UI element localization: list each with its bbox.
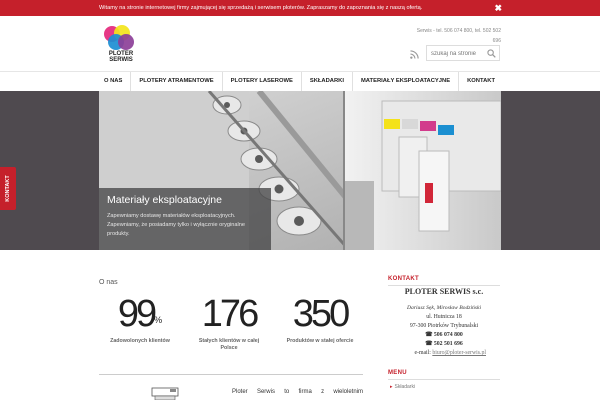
section-title: O nas: [99, 279, 118, 286]
site-logo[interactable]: PLOTER SERWIS: [104, 25, 138, 65]
header-contact: Serwis - tel. 506 074 800, tel. 502 502 …: [416, 28, 501, 44]
nav-item-kontakt[interactable]: KONTAKT: [459, 72, 503, 91]
company-name: PLOTER SERWIS s.c.: [404, 287, 484, 296]
menu-item-label: Składarki: [394, 384, 416, 390]
stat-value: 99: [117, 293, 157, 335]
divider: [388, 379, 500, 380]
sidebar-menu-heading: MENU: [388, 370, 407, 376]
stat-value: 350: [292, 293, 350, 335]
stat-products: 350 Produktów w stałej ofercie: [281, 293, 359, 345]
email-label: e-mail:: [414, 350, 431, 356]
about-text: Ploter Serwis to firma z wieloletnim: [232, 389, 363, 395]
sidebar-menu-item-skladarki[interactable]: ▸ Składarki: [390, 384, 415, 390]
hero-title: Materiały eksploatacyjne: [107, 194, 222, 206]
nav-item-skladarki[interactable]: SKŁADARKI: [302, 72, 353, 91]
contact-city: 97-300 Piotrków Trybunalski: [409, 323, 479, 329]
contact-box: PLOTER SERWIS s.c. Dariusz Sęk, Mirosław…: [388, 286, 500, 358]
chevron-right-icon: ▸: [390, 384, 393, 390]
stat-satisfied: 99% Zadowolonych klientów: [101, 293, 179, 345]
page: Witamy na stronie internetowej firmy zaj…: [0, 0, 600, 400]
nav-item-plotery-atramentowe[interactable]: PLOTERY ATRAMENTOWE: [131, 72, 223, 91]
contact-phone-2[interactable]: ☎ 502 501 696: [388, 340, 500, 349]
contact-people: Dariusz Sęk, Mirosław Bodziński: [406, 305, 482, 311]
divider: [99, 374, 363, 375]
sidebar-contact-heading: KONTAKT: [388, 276, 419, 282]
email-link[interactable]: biuro@ploter-serwis.pl: [432, 350, 486, 356]
stat-suffix: %: [154, 315, 163, 325]
stat-label: Stałych klientów w całej Polsce: [198, 338, 260, 351]
notice-text: Witamy na stronie internetowej firmy zaj…: [99, 5, 423, 11]
hero-text: Zapewniamy dostawę materiałów eksploatac…: [107, 213, 245, 237]
notice-bar: Witamy na stronie internetowej firmy zaj…: [0, 0, 600, 16]
contact-email-row: e-mail: biuro@ploter-serwis.pl: [388, 349, 500, 358]
kontakt-side-tab[interactable]: KONTAKT: [0, 167, 16, 210]
hero-slider[interactable]: [0, 91, 600, 250]
search-input[interactable]: [431, 48, 485, 59]
hero-caption: Materiały eksploatacyjne Zapewniamy dost…: [99, 188, 271, 250]
stat-value: 176: [201, 293, 259, 335]
contact-phone-1[interactable]: ☎ 506 074 800: [388, 331, 500, 340]
stat-label: Produktów w stałej ofercie: [286, 338, 354, 344]
nav-item-plotery-laserowe[interactable]: PLOTERY LASEROWE: [223, 72, 302, 91]
side-tab-label: KONTAKT: [5, 175, 11, 202]
nav-item-materialy[interactable]: MATERIAŁY EKSPLOATACYJNE: [353, 72, 460, 91]
close-icon[interactable]: ✖: [494, 0, 502, 16]
printer-thumbnail: [151, 387, 179, 400]
contact-street: ul. Hutnicza 18: [426, 314, 462, 320]
rss-icon[interactable]: [410, 50, 419, 59]
search-icon[interactable]: [487, 49, 496, 58]
stat-regular-clients: 176 Stałych klientów w całej Polsce: [190, 293, 268, 352]
stat-label: Zadowolonych klientów: [110, 338, 170, 344]
logo-text: PLOTER SERWIS: [108, 51, 134, 63]
nav-item-o-nas[interactable]: O NAS: [96, 72, 132, 91]
search-box: [426, 45, 500, 61]
main-nav: O NAS PLOTERY ATRAMENTOWE PLOTERY LASERO…: [0, 71, 600, 91]
site-header: PLOTER SERWIS Serwis - tel. 506 074 800,…: [0, 16, 600, 71]
